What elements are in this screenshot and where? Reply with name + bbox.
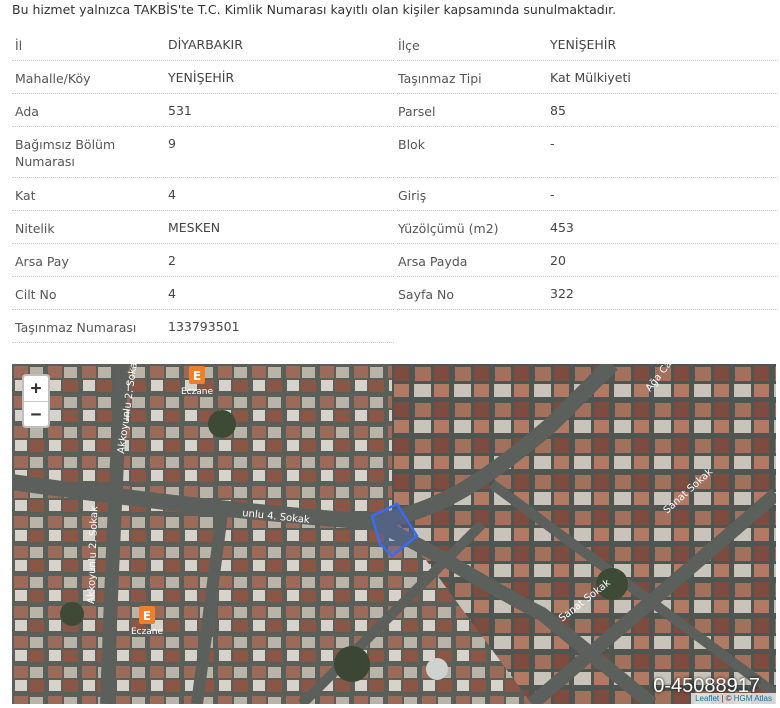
- table-row: Taşınmaz Numarası 133793501: [12, 310, 778, 343]
- field-label: İl: [15, 38, 23, 53]
- table-row: Ada 531 Parsel 85: [12, 94, 778, 127]
- field-label: Arsa Pay: [15, 254, 69, 269]
- field-value: 85: [550, 103, 566, 118]
- service-notice: Bu hizmet yalnızca TAKBİS'te T.C. Kimlik…: [12, 2, 617, 17]
- field-label: Sayfa No: [398, 287, 455, 302]
- field-label: Parsel: [398, 104, 436, 119]
- field-arsa-pay: Arsa Pay 2: [12, 244, 394, 277]
- leaflet-link[interactable]: Leaflet: [695, 694, 719, 703]
- field-sayfa-no: Sayfa No 322: [397, 277, 778, 310]
- field-mahalle: Mahalle/Köy YENİŞEHİR: [12, 61, 394, 94]
- poi-label: Eczane: [131, 627, 164, 637]
- field-label: Nitelik: [15, 221, 55, 236]
- field-label: İlçe: [398, 38, 420, 53]
- zoom-control: + −: [22, 374, 50, 428]
- attribution-separator: | ©: [719, 694, 734, 703]
- table-row: Kat 4 Giriş -: [12, 178, 778, 211]
- table-row: Arsa Pay 2 Arsa Payda 20: [12, 244, 778, 277]
- map-attribution: Leaflet | © HGM Atlas: [691, 693, 776, 704]
- field-value: 322: [550, 286, 574, 301]
- field-value: 20: [550, 253, 566, 268]
- field-value: MESKEN: [168, 220, 221, 235]
- field-yuzolcumu: Yüzölçümü (m2) 453: [397, 211, 778, 244]
- field-value: YENİŞEHİR: [168, 70, 235, 85]
- field-cilt-no: Cilt No 4: [12, 277, 394, 310]
- field-label: Ada: [15, 104, 39, 119]
- field-arsa-payda: Arsa Payda 20: [397, 244, 778, 277]
- table-row: Bağımsız Bölüm Numarası 9 Blok -: [12, 127, 778, 178]
- field-blok: Blok -: [397, 127, 778, 178]
- field-value: DİYARBAKIR: [168, 37, 243, 52]
- field-value: 2: [168, 253, 176, 268]
- field-value: 531: [168, 103, 192, 118]
- field-value: -: [550, 136, 555, 151]
- field-label: Mahalle/Köy: [15, 71, 91, 86]
- field-tasinmaz-numarasi: Taşınmaz Numarası 133793501: [12, 310, 394, 343]
- pharmacy-icon: E: [193, 369, 201, 383]
- field-label: Arsa Payda: [398, 254, 468, 269]
- field-bagimsiz-bolum: Bağımsız Bölüm Numarası 9: [12, 127, 394, 178]
- hgm-atlas-link[interactable]: HGM Atlas: [734, 694, 772, 703]
- field-ilce: İlçe YENİŞEHİR: [397, 28, 778, 61]
- property-info-table: İl DİYARBAKIR İlçe YENİŞEHİR Mahalle/Köy…: [12, 28, 778, 343]
- field-label: Yüzölçümü (m2): [398, 221, 499, 236]
- field-value: -: [550, 187, 555, 202]
- table-row: Mahalle/Köy YENİŞEHİR Taşınmaz Tipi Kat …: [12, 61, 778, 94]
- field-tasinmaz-tipi: Taşınmaz Tipi Kat Mülkiyeti: [397, 61, 778, 94]
- table-row: İl DİYARBAKIR İlçe YENİŞEHİR: [12, 28, 778, 61]
- field-label: Bağımsız Bölüm Numarası: [15, 137, 116, 169]
- field-parsel: Parsel 85: [397, 94, 778, 127]
- zoom-out-button[interactable]: −: [24, 401, 48, 426]
- field-label: Giriş: [398, 188, 427, 203]
- parcel-map[interactable]: Akkoyunlu 2. Sokak Akkoyunlu 2. Sokak un…: [12, 364, 776, 704]
- poi-label: Eczane: [181, 387, 214, 397]
- field-label: Blok: [398, 137, 425, 152]
- field-il: İl DİYARBAKIR: [12, 28, 394, 61]
- field-label: Taşınmaz Numarası: [15, 320, 137, 335]
- field-value: 4: [168, 286, 176, 301]
- zoom-in-button[interactable]: +: [24, 376, 48, 401]
- field-value: 133793501: [168, 319, 240, 334]
- field-label: Cilt No: [15, 287, 57, 302]
- field-value: YENİŞEHİR: [550, 37, 617, 52]
- table-row: Cilt No 4 Sayfa No 322: [12, 277, 778, 310]
- field-label: Kat: [15, 188, 36, 203]
- field-label: Taşınmaz Tipi: [398, 71, 482, 86]
- field-ada: Ada 531: [12, 94, 394, 127]
- satellite-imagery: Akkoyunlu 2. Sokak Akkoyunlu 2. Sokak un…: [12, 364, 776, 704]
- field-kat: Kat 4: [12, 178, 394, 211]
- field-value: Kat Mülkiyeti: [550, 70, 631, 85]
- pharmacy-icon: E: [143, 609, 151, 623]
- field-nitelik: Nitelik MESKEN: [12, 211, 394, 244]
- field-value: 9: [168, 136, 176, 151]
- field-giris: Giriş -: [397, 178, 778, 211]
- table-row: Nitelik MESKEN Yüzölçümü (m2) 453: [12, 211, 778, 244]
- field-value: 453: [550, 220, 574, 235]
- field-value: 4: [168, 187, 176, 202]
